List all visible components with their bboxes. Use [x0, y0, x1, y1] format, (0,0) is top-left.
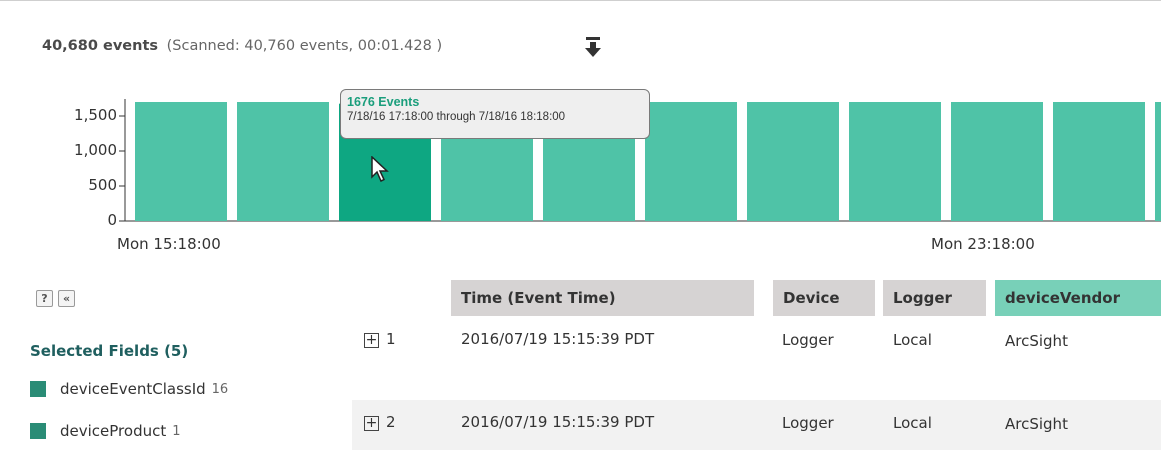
- cell-device: Logger: [782, 414, 834, 432]
- histogram-bar[interactable]: [1053, 102, 1145, 221]
- y-tick-label: 1,500: [74, 106, 117, 124]
- help-button[interactable]: ?: [36, 290, 53, 307]
- column-header-device[interactable]: Device: [773, 280, 875, 316]
- column-header-logger[interactable]: Logger: [883, 280, 986, 316]
- histogram-bar[interactable]: [951, 102, 1043, 221]
- field-count: 1: [172, 423, 181, 439]
- expand-row-button[interactable]: +: [364, 416, 379, 431]
- y-tick-label: 1,000: [74, 141, 117, 159]
- field-swatch: [30, 381, 46, 397]
- histogram-bar[interactable]: [645, 102, 737, 221]
- cell-time: 2016/07/19 15:15:39 PDT: [461, 330, 655, 348]
- histogram-bar[interactable]: [135, 102, 227, 221]
- tooltip-title: 1676 Events: [347, 95, 420, 109]
- y-tick-label: 500: [88, 176, 117, 194]
- y-tick-label: 0: [107, 211, 117, 229]
- row-number: 1: [386, 330, 396, 348]
- cell-device: Logger: [782, 331, 834, 349]
- field-name: deviceProduct: [60, 422, 167, 440]
- row-number: 2: [386, 413, 396, 431]
- collapse-panel-button[interactable]: «: [58, 290, 75, 307]
- x-tick-label: Mon 15:18:00: [117, 235, 221, 253]
- histogram-bar[interactable]: [1155, 102, 1161, 221]
- field-item[interactable]: deviceEventClassId 16: [30, 380, 228, 398]
- field-count: 16: [211, 381, 229, 397]
- cell-logger: Local: [893, 414, 932, 432]
- field-name: deviceEventClassId: [60, 380, 206, 398]
- field-item[interactable]: deviceProduct 1: [30, 422, 181, 440]
- histogram-tooltip: 1676 Events 7/18/16 17:18:00 through 7/1…: [340, 89, 650, 139]
- tooltip-range: 7/18/16 17:18:00 through 7/18/16 18:18:0…: [347, 111, 566, 123]
- histogram-bar[interactable]: [849, 102, 941, 221]
- cell-time: 2016/07/19 15:15:39 PDT: [461, 413, 655, 431]
- selected-fields-title: Selected Fields (5): [30, 342, 189, 360]
- column-header-time[interactable]: Time (Event Time): [451, 280, 754, 316]
- x-tick-label: Mon 23:18:00: [931, 235, 1035, 253]
- expand-row-button[interactable]: +: [364, 333, 379, 348]
- histogram-bar[interactable]: [237, 102, 329, 221]
- histogram-bar[interactable]: [747, 102, 839, 221]
- cell-devicevendor: ArcSight: [1005, 415, 1068, 433]
- field-swatch: [30, 423, 46, 439]
- mouse-pointer-icon: [371, 155, 391, 188]
- cell-devicevendor: ArcSight: [1005, 332, 1068, 350]
- cell-logger: Local: [893, 331, 932, 349]
- column-header-devicevendor[interactable]: deviceVendor: [995, 280, 1161, 316]
